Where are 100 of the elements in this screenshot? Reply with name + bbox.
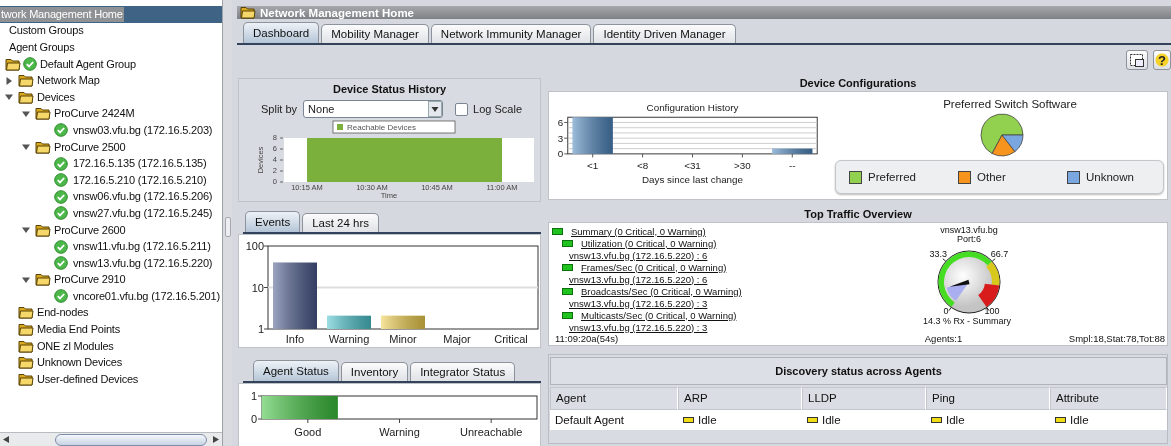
right-arrow-icon[interactable] [213, 436, 219, 443]
folder-icon [35, 273, 51, 287]
chart-title: Preferred Switch Software [943, 98, 1077, 110]
table-cell: Default Agent [555, 414, 625, 426]
gauge-needle [949, 279, 970, 287]
column-header[interactable]: Attribute [1050, 387, 1167, 410]
tree-item[interactable]: 172.16.5.210 (172.16.5.210) [72, 172, 208, 188]
tree-item[interactable]: ProCurve 2910 [53, 272, 127, 288]
check-icon [54, 206, 68, 221]
traffic-link[interactable]: vnsw13.vfu.bg (172.16.5.220) : 3 [569, 297, 708, 309]
traffic-link[interactable]: Summary (0 Critical, 0 Warning) [571, 225, 706, 237]
tab[interactable]: Integrator Status [410, 362, 516, 381]
tree-item[interactable]: 172.16.5.135 (172.16.5.135) [72, 156, 208, 172]
category-label: Info [285, 333, 305, 345]
caret-icon [428, 101, 443, 117]
tree-item[interactable]: Devices [36, 89, 76, 105]
column-header[interactable]: ARP [678, 387, 802, 410]
panel-title: Discovery status across Agents [550, 357, 1167, 385]
expand-arrow-icon[interactable] [22, 275, 30, 284]
category-label: Critical [494, 333, 528, 345]
tree-item[interactable]: Agent Groups [8, 40, 76, 55]
tree-item[interactable]: ProCurve 2500 [53, 139, 127, 155]
status-text: Smpl:18,Stat:78,Tot:88 [1068, 333, 1165, 344]
axis-tick-label: 0 [557, 148, 564, 160]
axis-tick-label: 0 [250, 413, 257, 425]
status-icon [807, 417, 818, 423]
category-label: <1 [587, 160, 599, 172]
tab[interactable]: Agent Status [253, 360, 339, 381]
split-by-dropdown[interactable]: None [303, 100, 444, 118]
tree-item[interactable]: vnsw03.vfu.bg (172.16.5.203) [72, 122, 214, 138]
scale-label: 100 [984, 305, 1000, 316]
tree-item[interactable]: ProCurve 2600 [53, 222, 127, 238]
status-text: 11:09:20a(54s) [555, 333, 619, 344]
tree-item[interactable]: End-nodes [36, 305, 90, 321]
bar [572, 117, 613, 154]
column-header[interactable]: Ping [926, 387, 1050, 410]
axis-tick-label: 1 [250, 390, 257, 402]
expand-arrow-icon[interactable] [22, 109, 30, 118]
traffic-link[interactable]: Multicasts/Sec (0 Critical, 0 Warning) [581, 309, 737, 321]
pie-chart-drawing [980, 113, 1024, 157]
category-label: >30 [734, 160, 751, 172]
tree-item[interactable]: vnsw11.vfu.bg (172.16.5.211) [72, 239, 212, 255]
tab[interactable]: Last 24 hrs [302, 213, 380, 232]
tree-item[interactable]: Unknown Devices [36, 355, 124, 371]
status-led-icon [562, 311, 573, 319]
tree-item[interactable]: vnsw06.vfu.bg (172.16.5.206) [72, 189, 214, 205]
category-label: Warning [379, 426, 420, 438]
panel-title: Top Traffic Overview [803, 207, 913, 222]
traffic-link[interactable]: Broadcasts/Sec (0 Critical, 0 Warning) [581, 285, 742, 297]
traffic-link[interactable]: Utilization (0 Critical, 0 Warning) [581, 237, 717, 249]
traffic-link[interactable]: vnsw13.vfu.bg (172.16.5.220) : 6 [569, 273, 708, 285]
category-label: -- [789, 160, 796, 172]
left-arrow-icon[interactable] [3, 436, 9, 443]
folder-icon [240, 6, 256, 19]
traffic-link[interactable]: Frames/Sec (0 Critical, 0 Warning) [581, 261, 727, 273]
log-scale-checkbox[interactable] [455, 102, 469, 116]
tree-item[interactable]: ONE zl Modules [36, 338, 115, 354]
tab[interactable]: Inventory [340, 362, 409, 381]
traffic-link[interactable]: vnsw13.vfu.bg (172.16.5.220) : 6 [569, 249, 708, 261]
tree-item[interactable]: ProCurve 2424M [53, 106, 136, 122]
help-button[interactable]: ? [1153, 50, 1171, 70]
check-icon [54, 123, 68, 138]
tree-item[interactable]: vncore01.vfu.bg (172.16.5.201) [72, 288, 221, 304]
tree-item[interactable]: Default Agent Group [39, 56, 137, 72]
legend-label: Preferred [868, 171, 916, 183]
check-icon [54, 239, 68, 254]
tree-item[interactable]: vnsw13.vfu.bg (172.16.5.220) [72, 255, 214, 271]
tab[interactable]: Identity Driven Manager [593, 24, 736, 43]
expand-arrow-icon[interactable] [5, 93, 13, 102]
folder-icon [18, 306, 34, 320]
category-label: Warning [328, 333, 370, 345]
legend-label: Reachable Devices [347, 123, 416, 132]
horizontal-scrollbar[interactable] [0, 432, 222, 446]
check-icon [54, 189, 68, 204]
expand-arrow-icon[interactable] [22, 226, 30, 234]
bar [273, 262, 317, 329]
tab[interactable]: Network Immunity Manager [430, 24, 592, 43]
window-button[interactable] [1126, 50, 1148, 70]
column-header[interactable]: LLDP [802, 387, 926, 410]
status-icon [931, 417, 942, 423]
tab[interactable]: Dashboard [243, 22, 320, 43]
status-icon [683, 417, 694, 423]
panel-title: Device Configurations [798, 76, 918, 91]
expand-arrow-icon[interactable] [22, 143, 30, 152]
column-header[interactable]: Agent [550, 387, 678, 410]
splitter-handle[interactable] [225, 217, 231, 237]
check-icon [54, 289, 68, 304]
status-led-icon [562, 263, 573, 271]
folder-icon [18, 356, 34, 370]
tab[interactable]: Events [245, 211, 301, 232]
tree-item[interactable]: Custom Groups [8, 23, 85, 39]
tree-item[interactable]: vnsw27.vfu.bg (172.16.5.245) [72, 205, 214, 221]
folder-icon [35, 140, 51, 154]
expand-arrow-icon[interactable] [5, 76, 13, 85]
tab[interactable]: Mobility Manager [321, 24, 429, 43]
tree-item[interactable]: Network Map [36, 73, 101, 89]
tree-item[interactable]: User-defined Devices [36, 371, 140, 387]
port-label: Port:6 [957, 234, 981, 244]
traffic-link[interactable]: vnsw13.vfu.bg (172.16.5.220) : 3 [569, 321, 708, 333]
tree-item[interactable]: Media End Points [36, 322, 122, 338]
